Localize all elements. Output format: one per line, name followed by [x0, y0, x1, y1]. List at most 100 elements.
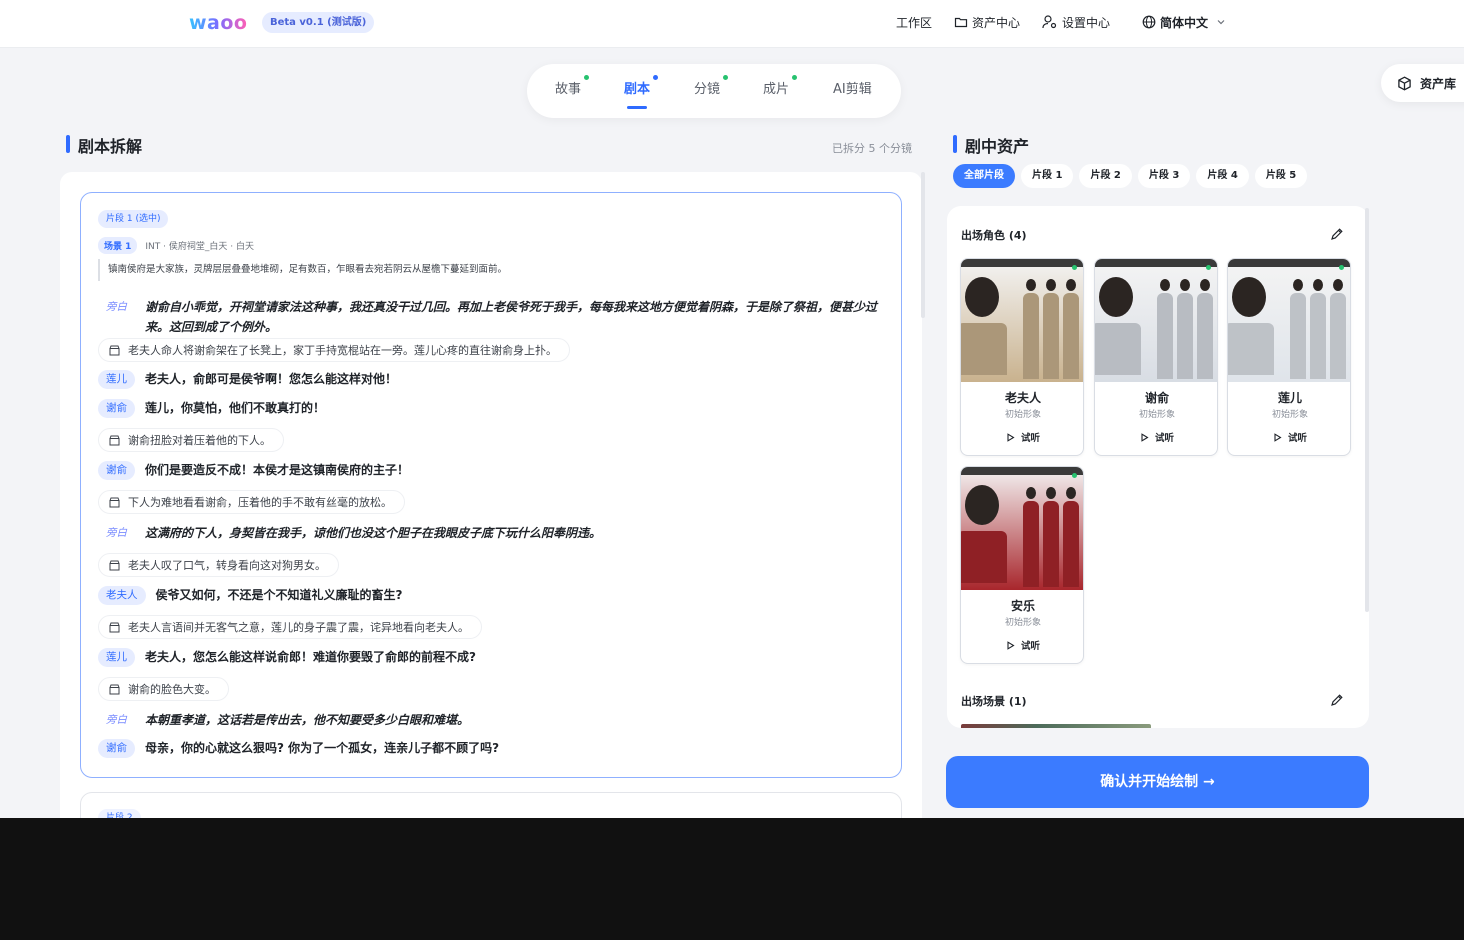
script-scrollbar[interactable]	[921, 172, 925, 318]
dialogue-line[interactable]: 莲儿 老夫人，您怎么能这样说俞郎！难道你要毁了俞郎的前程不成?	[98, 647, 878, 667]
narrator-tag: 旁白	[106, 527, 127, 539]
segment-chip[interactable]: 片段 5	[1254, 164, 1308, 188]
narration-line[interactable]: 旁白 这满府的下人，身契皆在我手，谅他们也没这个胆子在我眼皮子底下玩什么阳奉阴违。	[98, 523, 878, 543]
user-gear-icon	[1042, 15, 1057, 29]
character-card[interactable]: 莲儿 初始形象 试听	[1227, 258, 1351, 456]
tab-script[interactable]: 剧本	[624, 64, 659, 118]
tab-ai-edit[interactable]: AI剪辑	[833, 64, 872, 118]
image-toolbar	[1228, 259, 1350, 267]
character-name: 安乐	[1010, 599, 1035, 613]
nav-links: 工作区 资产中心 设置中心 简体中文	[896, 0, 1252, 44]
preview-voice-label: 试听	[1020, 433, 1040, 444]
action-text: 老夫人叹了口气，转身看向这对狗男女。	[128, 559, 326, 572]
character-image[interactable]	[961, 259, 1083, 382]
segment-chip[interactable]: 片段 1	[1021, 164, 1074, 188]
character-image[interactable]	[961, 467, 1083, 590]
line-text: 本朝重孝道，这话若是传出去，他不知要受多少白眼和难堪。	[145, 713, 470, 727]
action-text: 谢俞的脸色大变。	[128, 683, 216, 696]
pencil-icon[interactable]	[1330, 693, 1344, 707]
status-dot	[723, 75, 729, 80]
assets-scrollbar[interactable]	[1365, 208, 1369, 612]
clapper-icon	[109, 560, 120, 570]
segment-chip[interactable]: 全部片段	[953, 164, 1015, 188]
dialogue-line[interactable]: 老夫人 侯爷又如何，不还是个不知道礼义廉耻的畜生?	[98, 585, 878, 605]
action-line[interactable]: 谢俞扭脸对着压着他的下人。	[98, 428, 284, 452]
line-text: 莲儿，你莫怕，他们不敢真打的！	[145, 401, 326, 415]
action-line[interactable]: 老夫人言语间并无客气之意，莲儿的身子震了震，诧异地看向老夫人。	[98, 615, 482, 639]
action-text: 老夫人命人将谢俞架在了长凳上，家丁手持宽棍站在一旁。莲儿心疼的直往谢俞身上扑。	[128, 344, 557, 357]
tab-story[interactable]: 故事	[555, 64, 590, 118]
character-name: 老夫人	[1004, 391, 1041, 405]
action-line[interactable]: 谢俞的脸色大变。	[98, 677, 229, 701]
action-line[interactable]: 老夫人叹了口气，转身看向这对狗男女。	[98, 553, 339, 577]
dialogue-line[interactable]: 谢俞 你们是要造反不成！本侯才是这镇南侯府的主子！	[98, 460, 878, 480]
assets-title: 剧中资产	[953, 133, 1029, 157]
status-dot	[1072, 265, 1077, 270]
language-select[interactable]: 简体中文	[1142, 14, 1230, 31]
nav-workspace[interactable]: 工作区	[896, 14, 932, 31]
segment-chip[interactable]: 片段 2	[1079, 164, 1132, 188]
preview-voice-button[interactable]: 试听	[1095, 430, 1217, 444]
character-image[interactable]	[1228, 259, 1350, 382]
preview-voice-button[interactable]: 试听	[961, 430, 1083, 444]
tab-final-label: 成片	[763, 82, 790, 97]
split-count: 已拆分 5 个分镜	[832, 142, 912, 155]
character-image[interactable]	[1095, 259, 1217, 382]
segment-chip[interactable]: 片段 4	[1196, 164, 1249, 188]
action-line[interactable]: 老夫人命人将谢俞架在了长凳上，家丁手持宽棍站在一旁。莲儿心疼的直往谢俞身上扑。	[98, 338, 570, 362]
nav-asset-center-label: 资产中心	[972, 15, 1021, 30]
tab-final[interactable]: 成片	[763, 64, 798, 118]
characters-title: 出场角色 (4)	[961, 229, 1027, 242]
dialogue-line[interactable]: 谢俞 莲儿，你莫怕，他们不敢真打的！	[98, 398, 878, 418]
full-body-figure	[1043, 487, 1059, 590]
preview-voice-button[interactable]: 试听	[1228, 430, 1350, 444]
tab-storyboard[interactable]: 分镜	[694, 64, 729, 118]
scene-description: 镇南侯府是大家族，灵牌层层叠叠地堆砌，足有数百，乍眼看去宛若阴云从屋檐下蔓延到面…	[98, 259, 878, 281]
narration-line[interactable]: 旁白 谢俞自小乖觉，开祠堂请家法这种事，我还真没干过几回。再加上老侯爷死于我手，每…	[98, 297, 878, 337]
pencil-icon[interactable]	[1330, 227, 1344, 241]
dialogue-line[interactable]: 谢俞 母亲，你的心就这么狠吗? 你为了一个孤女，连亲儿子都不顾了吗?	[98, 738, 878, 758]
clapper-icon	[109, 497, 120, 507]
speaker-tag: 谢俞	[98, 739, 135, 758]
scenes-title: 出场场景 (1)	[961, 695, 1027, 708]
character-look: 初始形象	[1138, 410, 1175, 420]
cube-icon	[1398, 75, 1411, 91]
clapper-icon	[109, 684, 120, 694]
character-look: 初始形象	[1004, 618, 1041, 628]
portrait-figure	[1095, 277, 1141, 382]
full-body-figure	[1157, 279, 1173, 382]
tab-ai-edit-label: AI剪辑	[833, 82, 872, 97]
full-body-figure	[1043, 279, 1059, 382]
nav-settings[interactable]: 设置中心	[1042, 14, 1110, 31]
script-panel[interactable]: 片段 1 (选中) 场景 1 INT · 侯府祠堂_白天 · 白天 镇南侯府是大…	[60, 172, 922, 818]
segment-filter-chips: 全部片段 片段 1 片段 2 片段 3 片段 4 片段 5	[953, 164, 1313, 188]
tab-script-label: 剧本	[624, 82, 651, 97]
confirm-start-drawing-button[interactable]: 确认并开始绘制 →	[946, 756, 1369, 808]
asset-library-button[interactable]: 资产库	[1381, 64, 1464, 102]
character-card[interactable]: 谢俞 初始形象 试听	[1094, 258, 1218, 456]
character-card[interactable]: 老夫人初始形象试听	[960, 258, 1084, 456]
segment-card-selected[interactable]: 片段 1 (选中) 场景 1 INT · 侯府祠堂_白天 · 白天 镇南侯府是大…	[80, 192, 902, 778]
full-body-figure	[1197, 279, 1213, 382]
logo[interactable]: waoo	[189, 12, 247, 34]
segment-card[interactable]: 片段 2	[80, 792, 902, 818]
scene-tag: 场景 1	[98, 237, 138, 254]
folder-icon	[954, 17, 968, 28]
scene-thumbnail[interactable]	[961, 724, 1151, 728]
nav-asset-center[interactable]: 资产中心	[954, 14, 1020, 31]
full-body-figure	[1330, 279, 1346, 382]
character-card[interactable]: 安乐 初始形象 试听	[960, 466, 1084, 664]
beta-badge: Beta v0.1 (测试版)	[262, 12, 375, 33]
segment-chip[interactable]: 片段 3	[1137, 164, 1191, 188]
play-icon	[1141, 432, 1149, 442]
dialogue-line[interactable]: 莲儿 老夫人，俞郎可是侯爷啊！您怎么能这样对他！	[98, 369, 878, 389]
speaker-tag: 莲儿	[98, 648, 135, 667]
narration-line[interactable]: 旁白 本朝重孝道，这话若是传出去，他不知要受多少白眼和难堪。	[98, 710, 878, 730]
character-look: 初始形象	[1004, 410, 1041, 420]
portrait-figure	[961, 277, 1007, 382]
assets-panel: 出场角色 (4) 老夫人 初始形象 试听 谢俞 初始形象 试听 莲儿 初始形象 试听 安乐 初始形象…	[947, 206, 1369, 728]
status-dot	[792, 75, 798, 80]
clapper-icon	[109, 345, 120, 355]
preview-voice-button[interactable]: 试听	[961, 638, 1083, 652]
action-line[interactable]: 下人为难地看看谢俞，压着他的手不敢有丝毫的放松。	[98, 490, 405, 514]
